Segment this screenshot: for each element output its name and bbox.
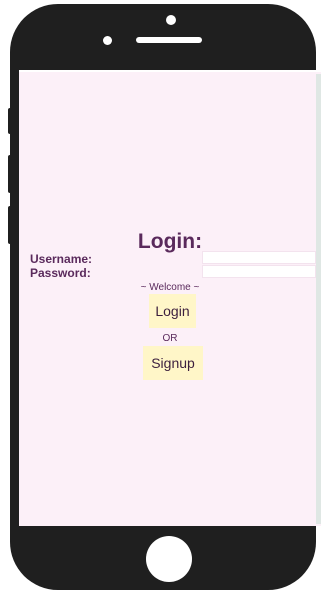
username-label: Username:: [30, 252, 93, 266]
home-button[interactable]: [146, 536, 192, 582]
front-camera: [166, 15, 176, 25]
password-field[interactable]: [202, 265, 316, 278]
app-screen: Login: Username: Password: ~ Welcome ~ L…: [19, 70, 321, 526]
username-field[interactable]: [202, 251, 316, 264]
screen-right-edge: [316, 74, 321, 524]
or-divider-text: OR: [162, 333, 178, 344]
earpiece-speaker: [136, 37, 202, 43]
sensor-dot: [103, 36, 112, 45]
signup-button[interactable]: Signup: [143, 346, 203, 380]
login-button[interactable]: Login: [149, 294, 196, 328]
password-label: Password:: [30, 266, 91, 280]
welcome-text: ~ Welcome ~: [140, 282, 200, 293]
screen-top-edge: [19, 70, 321, 72]
